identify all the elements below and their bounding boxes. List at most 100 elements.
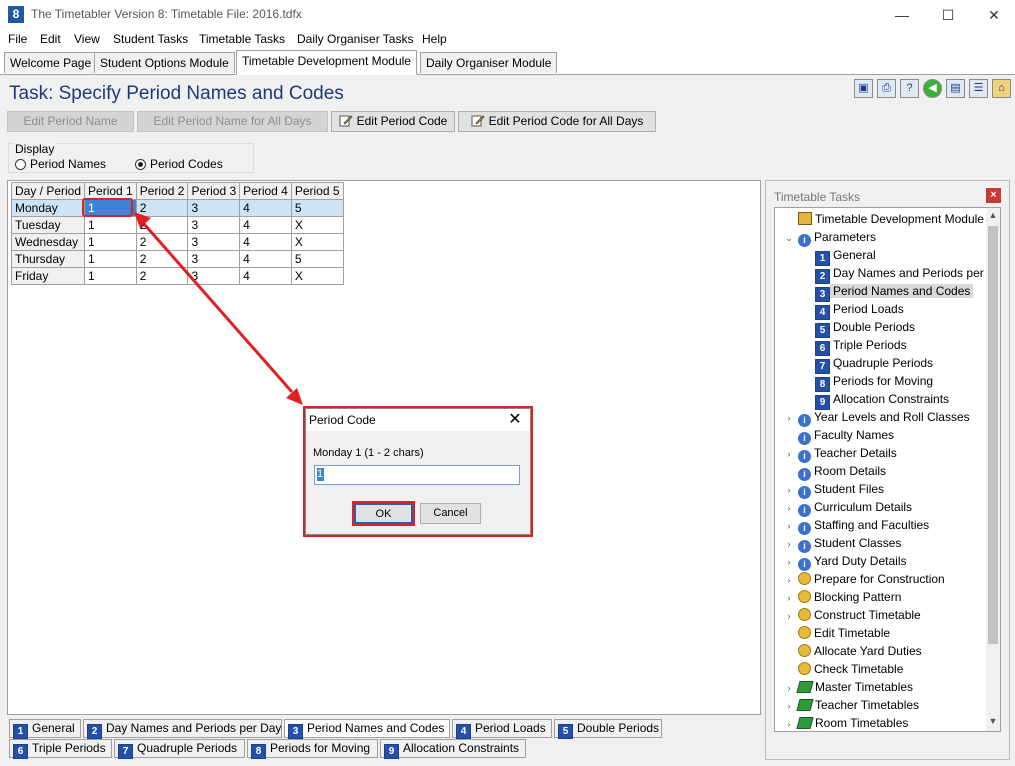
row-header[interactable]: Friday — [10, 267, 86, 285]
menu-edit[interactable]: Edit — [40, 32, 61, 46]
grid-cell[interactable]: 1 — [84, 216, 137, 234]
maximize-button[interactable]: ☐ — [925, 0, 971, 30]
bottom-tab[interactable]: 4 Period Loads — [452, 719, 552, 739]
menu-view[interactable]: View — [74, 32, 100, 46]
scroll-up-icon[interactable]: ▲ — [988, 210, 998, 222]
grid-cell[interactable]: 4 — [239, 267, 292, 285]
chevron-right-icon[interactable]: › — [784, 553, 794, 571]
edit-period-name-button[interactable]: Edit Period Name — [7, 111, 134, 132]
table-row[interactable]: Wednesday 1 2 3 4 X — [10, 233, 344, 251]
row-header[interactable]: Wednesday — [10, 233, 86, 251]
tree-item[interactable]: 7 Quadruple Periods — [775, 354, 987, 374]
tree-item[interactable]: 5 Double Periods — [775, 318, 987, 338]
table-row[interactable]: Thursday 1 2 3 4 5 — [10, 250, 344, 268]
table-row[interactable]: Friday 1 2 3 4 X — [10, 267, 344, 285]
grid-cell[interactable]: 4 — [239, 199, 292, 217]
grid-cell[interactable]: 1 — [84, 267, 137, 285]
tree-item[interactable]: › Prepare for Construction — [775, 570, 987, 588]
table-row[interactable]: Tuesday 1 2 3 4 X — [10, 216, 344, 234]
tree-item[interactable]: Check Timetable — [775, 660, 987, 678]
column-header[interactable]: Period 3 — [187, 182, 241, 200]
dialog-close-icon[interactable]: ✕ — [502, 410, 528, 430]
grid-cell[interactable]: 1 — [84, 250, 137, 268]
tree-item[interactable]: 3 Period Names and Codes — [775, 282, 987, 302]
bottom-tab[interactable]: 8 Periods for Moving — [247, 739, 378, 759]
edit-period-code-button[interactable]: Edit Period Code — [331, 111, 455, 132]
column-header[interactable]: Period 5 — [290, 182, 344, 200]
chevron-right-icon[interactable]: › — [784, 517, 794, 535]
tree-item[interactable]: 4 Period Loads — [775, 300, 987, 320]
bottom-tab[interactable]: 2 Day Names and Periods per Day — [83, 719, 282, 739]
bottom-tab[interactable]: 5 Double Periods — [554, 719, 662, 739]
tree-item[interactable]: Allocate Yard Duties — [775, 642, 987, 660]
chevron-right-icon[interactable]: › — [784, 409, 794, 427]
tree-item[interactable]: › i Student Files — [775, 480, 987, 499]
tree-scrollbar-thumb[interactable] — [988, 226, 998, 644]
tab-student-options-module[interactable]: Student Options Module — [94, 52, 235, 73]
grid-cell[interactable]: 1 — [84, 233, 137, 251]
grid-cell[interactable]: 1 — [84, 199, 137, 217]
tab-timetable-development-module[interactable]: Timetable Development Module — [236, 50, 417, 75]
column-header[interactable]: Period 4 — [239, 182, 292, 200]
grid-cell[interactable]: 5 — [290, 250, 344, 268]
tree-item[interactable]: 2 Day Names and Periods per D — [775, 264, 996, 284]
grid-cell[interactable]: 3 — [187, 216, 241, 234]
edit-period-code-all-days-button[interactable]: Edit Period Code for All Days — [458, 111, 656, 132]
tree-item[interactable]: 6 Triple Periods — [775, 336, 987, 356]
grid-cell[interactable]: X — [290, 233, 344, 251]
grid-cell[interactable]: 4 — [239, 216, 292, 234]
grid-cell[interactable]: X — [290, 216, 344, 234]
menu-daily-organiser-tasks[interactable]: Daily Organiser Tasks — [297, 32, 413, 46]
grid-cell[interactable]: 2 — [135, 267, 189, 285]
minimize-button[interactable]: — — [879, 0, 925, 30]
tree-item[interactable]: 9 Allocation Constraints — [775, 390, 987, 410]
chevron-right-icon[interactable]: › — [784, 481, 794, 499]
menu-timetable-tasks[interactable]: Timetable Tasks — [199, 32, 285, 46]
grid-cell[interactable]: 3 — [187, 250, 241, 268]
tree-item[interactable]: ⌄ i Parameters — [775, 228, 987, 247]
row-header[interactable]: Thursday — [10, 250, 86, 268]
tab-daily-organiser-module[interactable]: Daily Organiser Module — [420, 52, 558, 73]
chevron-right-icon[interactable]: › — [784, 607, 794, 625]
tree-item[interactable]: › i Staffing and Faculties — [775, 516, 987, 535]
column-header[interactable]: Period 1 — [84, 182, 137, 200]
tree-item[interactable]: Edit Timetable — [775, 624, 987, 642]
bottom-tab[interactable]: 1 General — [9, 719, 81, 739]
tree-item[interactable]: › Construct Timetable — [775, 606, 987, 624]
save-icon[interactable]: ▣ — [854, 79, 873, 98]
grid-cell[interactable]: X — [290, 267, 344, 285]
grid-cell[interactable]: 5 — [290, 199, 344, 217]
period-code-input[interactable] — [314, 465, 520, 485]
tree-item[interactable]: i Room Details — [775, 462, 987, 481]
edit-period-name-all-days-button[interactable]: Edit Period Name for All Days — [137, 111, 328, 132]
tree-item[interactable]: › i Year Levels and Roll Classes — [775, 408, 987, 427]
window-icon[interactable]: ▤ — [946, 79, 965, 98]
bottom-tab[interactable]: 3 Period Names and Codes — [284, 719, 450, 739]
chevron-right-icon[interactable]: › — [784, 715, 794, 731]
tree-item[interactable]: i Faculty Names — [775, 426, 987, 445]
grid-cell[interactable]: 3 — [187, 267, 241, 285]
close-window-button[interactable]: ✕ — [971, 0, 1015, 30]
chevron-right-icon[interactable]: › — [784, 571, 794, 589]
tree-item[interactable]: 1 General — [775, 246, 987, 266]
menu-help[interactable]: Help — [422, 32, 447, 46]
grid-cell[interactable]: 3 — [187, 199, 241, 217]
grid-cell[interactable]: 4 — [239, 233, 292, 251]
chevron-right-icon[interactable]: › — [784, 697, 794, 715]
menu-file[interactable]: File — [8, 32, 27, 46]
chevron-right-icon[interactable]: › — [784, 535, 794, 553]
tree-item[interactable]: › Master Timetables — [775, 678, 987, 696]
tab-welcome-page[interactable]: Welcome Page — [4, 52, 98, 73]
grid-cell[interactable]: 2 — [135, 216, 189, 234]
bottom-tab[interactable]: 9 Allocation Constraints — [380, 739, 526, 759]
cancel-button[interactable]: Cancel — [420, 503, 481, 524]
tasks-panel-close-icon[interactable]: × — [986, 188, 1001, 203]
row-header[interactable]: Tuesday — [10, 216, 86, 234]
grid-cell[interactable]: 4 — [239, 250, 292, 268]
column-header[interactable]: Period 2 — [135, 182, 189, 200]
tree-item[interactable]: › Room Timetables — [775, 714, 987, 731]
tree-icon[interactable]: ☰ — [969, 79, 988, 98]
chevron-right-icon[interactable]: › — [784, 499, 794, 517]
chevron-down-icon[interactable]: ⌄ — [784, 229, 794, 247]
help-icon[interactable]: ? — [900, 79, 919, 98]
